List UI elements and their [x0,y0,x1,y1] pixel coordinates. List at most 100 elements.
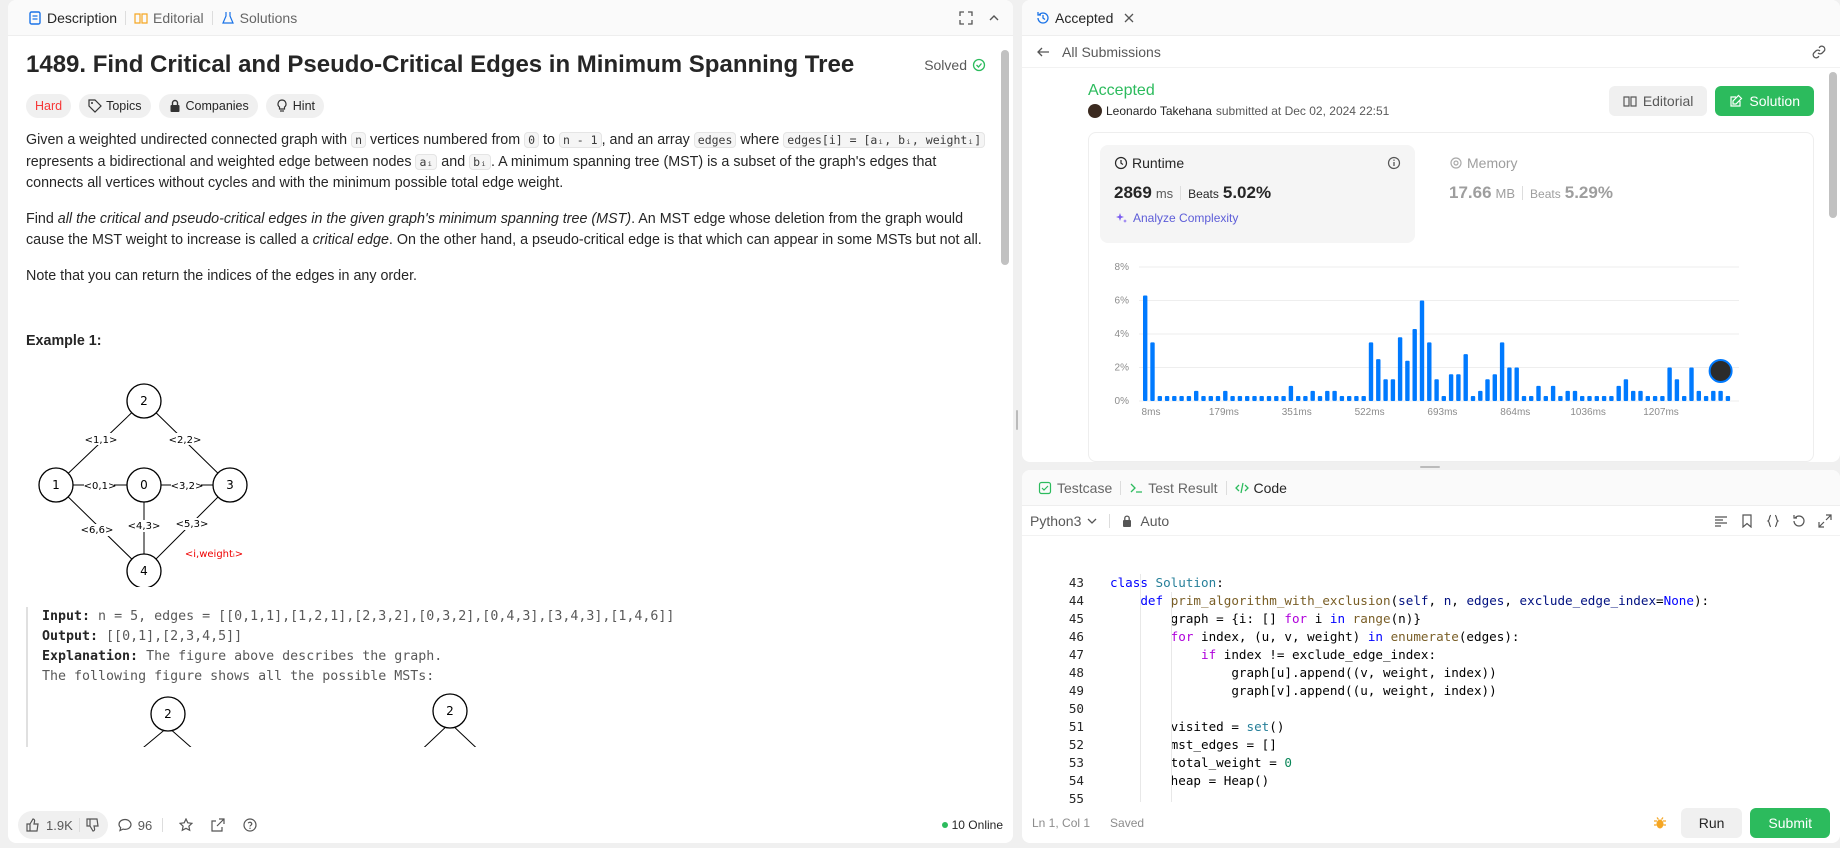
chart-bar[interactable] [1252,396,1257,401]
chart-bar[interactable] [1157,396,1162,401]
thumbs-up-icon[interactable] [26,818,40,832]
chart-bar[interactable] [1274,396,1279,401]
chart-bar[interactable] [1456,374,1461,401]
user-avatar-marker[interactable] [1708,358,1733,383]
chart-bar[interactable] [1514,367,1519,402]
chart-bar[interactable] [1143,295,1148,402]
panel-resize-handle-horizontal[interactable] [1420,466,1440,468]
chart-bar[interactable] [1259,396,1264,401]
expand-icon[interactable] [1818,513,1832,528]
chart-bar[interactable] [1485,379,1490,401]
chart-bar[interactable] [1215,396,1221,401]
like-count[interactable]: 1.9K [46,818,73,833]
chart-bar[interactable] [1354,396,1359,401]
chart-bar[interactable] [1448,374,1454,401]
username[interactable]: Leonardo Takehana [1106,104,1212,118]
chart-bar[interactable] [1310,390,1315,401]
chart-bar[interactable] [1609,396,1614,401]
chart-bar[interactable] [1703,396,1709,401]
chart-bar[interactable] [1645,396,1650,401]
solution-button[interactable]: Solution [1715,86,1814,116]
chart-bar[interactable] [1347,396,1352,401]
chart-bar[interactable] [1296,396,1301,401]
reset-icon[interactable] [1792,514,1806,528]
back-arrow-icon[interactable] [1036,45,1050,59]
chart-bar[interactable] [1186,396,1192,401]
language-select[interactable]: Python3 [1030,513,1099,529]
thumbs-down-icon[interactable] [86,818,100,832]
chart-bar[interactable] [1580,396,1585,401]
chart-bar[interactable] [1245,396,1250,401]
chart-bar[interactable] [1725,396,1731,401]
chart-bar[interactable] [1427,342,1432,401]
chart-bar[interactable] [1550,385,1556,401]
runtime-card[interactable]: Runtime 2869 ms Beats 5.02% Analyze Comp… [1100,145,1415,243]
chart-bar[interactable] [1711,390,1716,401]
chart-bar[interactable] [1682,396,1687,401]
tab-code[interactable]: Code [1227,480,1295,496]
link-icon[interactable] [1812,45,1826,59]
debug-bug-icon[interactable] [1653,816,1667,830]
auto-label[interactable]: Auto [1140,513,1169,529]
chart-bar[interactable] [1303,396,1308,401]
chart-bar[interactable] [1164,396,1170,401]
chart-bar[interactable] [1507,367,1512,402]
chart-bar[interactable] [1376,359,1381,401]
chart-bar[interactable] [1667,367,1672,402]
tab-testcase[interactable]: Testcase [1030,480,1120,496]
chart-bar[interactable] [1317,396,1323,401]
help-icon[interactable] [243,818,257,832]
panel-resize-handle-vertical[interactable] [1016,410,1018,430]
chart-bar[interactable] [1390,379,1396,401]
chart-bar[interactable] [1383,379,1388,401]
hint-tag[interactable]: Hint [265,94,324,118]
tab-editorial[interactable]: Editorial [126,10,212,26]
chart-bar[interactable] [1332,390,1337,401]
comment-icon[interactable] [118,818,132,832]
description-scrollbar[interactable] [1000,40,1010,802]
chart-bar[interactable] [1194,390,1199,401]
chart-bar[interactable] [1543,396,1548,401]
format-icon[interactable] [1714,514,1728,528]
share-icon[interactable] [211,818,225,832]
companies-tag[interactable]: Companies [158,94,258,118]
chart-bar[interactable] [1150,342,1155,401]
topics-tag[interactable]: Topics [79,94,151,118]
page-title[interactable]: 1489. Find Critical and Pseudo-Critical … [26,50,924,80]
submit-button[interactable]: Submit [1750,808,1830,838]
chart-bar[interactable] [1281,396,1286,401]
chart-bar[interactable] [1368,342,1374,401]
fullscreen-icon[interactable] [959,10,973,25]
tab-description[interactable]: Description [20,10,125,26]
avatar[interactable] [1088,104,1102,118]
memory-card[interactable]: Memory 17.66 MB Beats 5.29% [1435,145,1735,243]
all-submissions-link[interactable]: All Submissions [1062,44,1161,60]
chart-bar[interactable] [1594,396,1599,401]
tab-test-result[interactable]: Test Result [1121,480,1225,496]
submission-scrollbar[interactable] [1828,70,1838,460]
chart-bar[interactable] [1674,379,1680,401]
chart-bar[interactable] [1325,390,1330,401]
chart-bar[interactable] [1463,354,1468,401]
braces-icon[interactable] [1766,514,1780,528]
chart-bar[interactable] [1696,390,1701,401]
star-icon[interactable] [179,818,194,832]
code-text[interactable]: class Solution: def prim_algorithm_with_… [1110,538,1709,803]
chart-bar[interactable] [1172,396,1177,401]
chart-bar[interactable] [1470,396,1476,401]
chart-bar[interactable] [1434,379,1439,401]
chart-bar[interactable] [1397,337,1403,401]
chart-bar[interactable] [1521,396,1527,401]
chart-bar[interactable] [1208,396,1213,401]
chart-bar[interactable] [1631,390,1636,401]
run-button[interactable]: Run [1680,808,1743,838]
chart-bar[interactable] [1529,396,1534,401]
chart-bar[interactable] [1441,396,1446,401]
code-editor[interactable]: 4344454647484950515253545556 class Solut… [1022,538,1840,803]
chart-bar[interactable] [1652,396,1658,401]
chart-bar[interactable] [1419,300,1425,402]
chart-bar[interactable] [1689,367,1694,402]
chart-bar[interactable] [1499,342,1505,401]
chart-bar[interactable] [1288,385,1294,401]
chart-bar[interactable] [1237,396,1243,401]
